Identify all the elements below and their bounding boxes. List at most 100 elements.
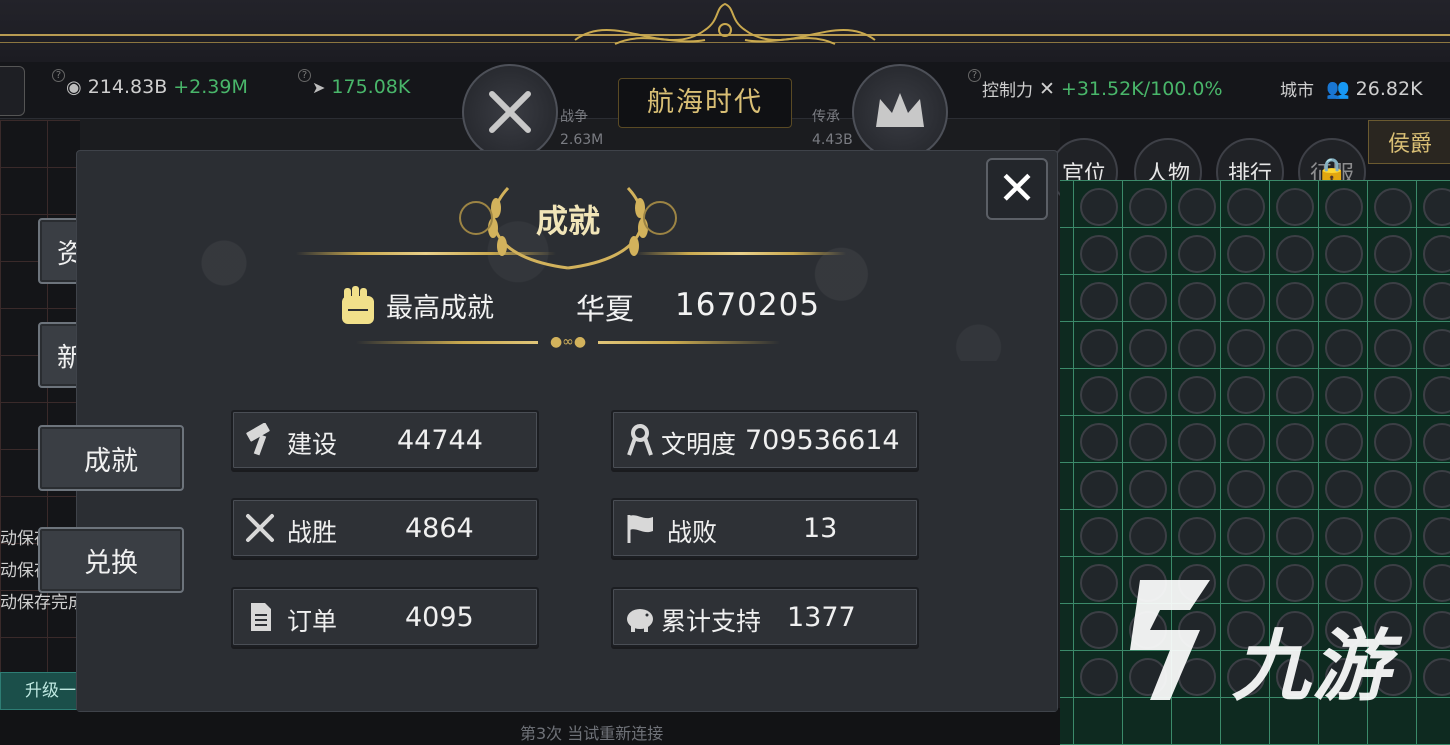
map-tile-icon[interactable] — [1178, 517, 1216, 555]
map-tile-icon[interactable] — [1276, 329, 1314, 367]
map-tile-icon[interactable] — [1325, 282, 1363, 320]
map-tile-icon[interactable] — [1276, 188, 1314, 226]
city-population: 26.82K — [1355, 77, 1423, 100]
map-tile-icon[interactable] — [1276, 235, 1314, 273]
help-icon: ? — [52, 69, 65, 82]
map-tile-icon[interactable] — [1374, 517, 1412, 555]
map-tile-icon[interactable] — [1227, 329, 1265, 367]
map-tile-icon[interactable] — [1227, 235, 1265, 273]
side-menu-achievements[interactable]: 成就 — [38, 425, 184, 491]
map-tile-icon[interactable] — [1374, 470, 1412, 508]
city-stat[interactable]: 城市 👥 26.82K — [1280, 76, 1423, 102]
map-tile-icon[interactable] — [1178, 423, 1216, 461]
map-tile-icon[interactable] — [1423, 611, 1450, 649]
map-tile-icon[interactable] — [1374, 329, 1412, 367]
war-label: 战争 — [560, 109, 588, 125]
best-achievement-label: 最高成就 — [386, 293, 494, 324]
map-tile-icon[interactable] — [1227, 282, 1265, 320]
map-tile-icon[interactable] — [1325, 470, 1363, 508]
map-tile-icon[interactable] — [1423, 188, 1450, 226]
civilization-name: 华夏 — [576, 292, 635, 326]
map-tile-icon[interactable] — [1178, 329, 1216, 367]
map-tile-icon[interactable] — [1325, 235, 1363, 273]
map-tile-icon[interactable] — [1227, 376, 1265, 414]
map-tile-icon[interactable] — [1423, 470, 1450, 508]
stat-card-victories: 战胜 4864 — [231, 498, 539, 558]
map-tile-icon[interactable] — [1325, 564, 1363, 602]
food-stat[interactable]: ? ➤ 175.08K — [298, 69, 410, 98]
map-tile-icon[interactable] — [1080, 470, 1118, 508]
map-tile-icon[interactable] — [1129, 235, 1167, 273]
map-tile-icon[interactable] — [1276, 470, 1314, 508]
stat-value: 44744 — [397, 425, 483, 456]
side-menu-redeem[interactable]: 兑换 — [38, 527, 184, 593]
map-tile-icon[interactable] — [1080, 188, 1118, 226]
map-tile-icon[interactable] — [1374, 188, 1412, 226]
map-tile-icon[interactable] — [1374, 376, 1412, 414]
map-tile-icon[interactable] — [1276, 423, 1314, 461]
best-achievement-score: 1670205 — [675, 287, 821, 323]
stat-label: 订单 — [287, 607, 338, 636]
map-tile-icon[interactable] — [1227, 423, 1265, 461]
map-tile-icon[interactable] — [1325, 329, 1363, 367]
map-tile-icon[interactable] — [1129, 423, 1167, 461]
map-tile-icon[interactable] — [1423, 282, 1450, 320]
map-tile-icon[interactable] — [1423, 329, 1450, 367]
map-tile-icon[interactable] — [1374, 282, 1412, 320]
map-tile-icon[interactable] — [1178, 376, 1216, 414]
control-rate: +31.52K — [1060, 77, 1144, 100]
map-tile-icon[interactable] — [1276, 517, 1314, 555]
map-tile-icon[interactable] — [1276, 376, 1314, 414]
map-tile-icon[interactable] — [1080, 423, 1118, 461]
watermark-text: 九游 — [1232, 622, 1393, 712]
map-tile-icon[interactable] — [1080, 517, 1118, 555]
map-tile-icon[interactable] — [1129, 282, 1167, 320]
map-tile-icon[interactable] — [1423, 564, 1450, 602]
legacy-button[interactable] — [852, 64, 948, 160]
map-tile-icon[interactable] — [1423, 658, 1450, 696]
map-tile-icon[interactable] — [1080, 376, 1118, 414]
map-tile-icon[interactable] — [1129, 517, 1167, 555]
map-tile-icon[interactable] — [1276, 282, 1314, 320]
map-tile-icon[interactable] — [1374, 235, 1412, 273]
stat-value: 4864 — [405, 513, 474, 544]
map-tile-icon[interactable] — [1080, 235, 1118, 273]
map-tile-icon[interactable] — [1227, 188, 1265, 226]
map-tile-icon[interactable] — [1178, 188, 1216, 226]
map-tile-icon[interactable] — [1423, 235, 1450, 273]
map-tile-icon[interactable] — [1227, 470, 1265, 508]
map-tile-icon[interactable] — [1325, 423, 1363, 461]
map-tile-icon[interactable] — [1080, 329, 1118, 367]
map-tile-icon[interactable] — [1227, 564, 1265, 602]
flag-icon — [627, 515, 653, 543]
map-tile-icon[interactable] — [1129, 470, 1167, 508]
stat-label: 建设 — [287, 430, 338, 459]
help-icon: ? — [968, 69, 981, 82]
map-tile-icon[interactable] — [1227, 517, 1265, 555]
map-tile-icon[interactable] — [1423, 423, 1450, 461]
city-label: 城市 — [1280, 81, 1314, 101]
map-tile-icon[interactable] — [1276, 564, 1314, 602]
map-tile-icon[interactable] — [1325, 188, 1363, 226]
map-tile-icon[interactable] — [1374, 423, 1412, 461]
map-tile-icon[interactable] — [1178, 235, 1216, 273]
stat-label: 累计支持 — [661, 607, 762, 636]
left-panel-tab[interactable] — [0, 66, 25, 116]
map-tile-icon[interactable] — [1129, 188, 1167, 226]
legacy-value: 4.43B — [812, 132, 853, 148]
war-button[interactable] — [462, 64, 558, 160]
control-stat[interactable]: ? 控制力 ✕ +31.52K /100.0% — [968, 69, 1223, 101]
map-tile-icon[interactable] — [1129, 329, 1167, 367]
gold-stat[interactable]: ? ◉ 214.83B +2.39M — [52, 69, 248, 98]
close-button[interactable]: ✕ — [986, 158, 1048, 220]
close-icon: ✕ — [997, 161, 1037, 215]
map-tile-icon[interactable] — [1178, 282, 1216, 320]
map-tile-icon[interactable] — [1423, 517, 1450, 555]
map-tile-icon[interactable] — [1423, 376, 1450, 414]
map-tile-icon[interactable] — [1325, 376, 1363, 414]
map-tile-icon[interactable] — [1080, 282, 1118, 320]
map-tile-icon[interactable] — [1129, 376, 1167, 414]
map-tile-icon[interactable] — [1374, 564, 1412, 602]
map-tile-icon[interactable] — [1178, 470, 1216, 508]
map-tile-icon[interactable] — [1325, 517, 1363, 555]
